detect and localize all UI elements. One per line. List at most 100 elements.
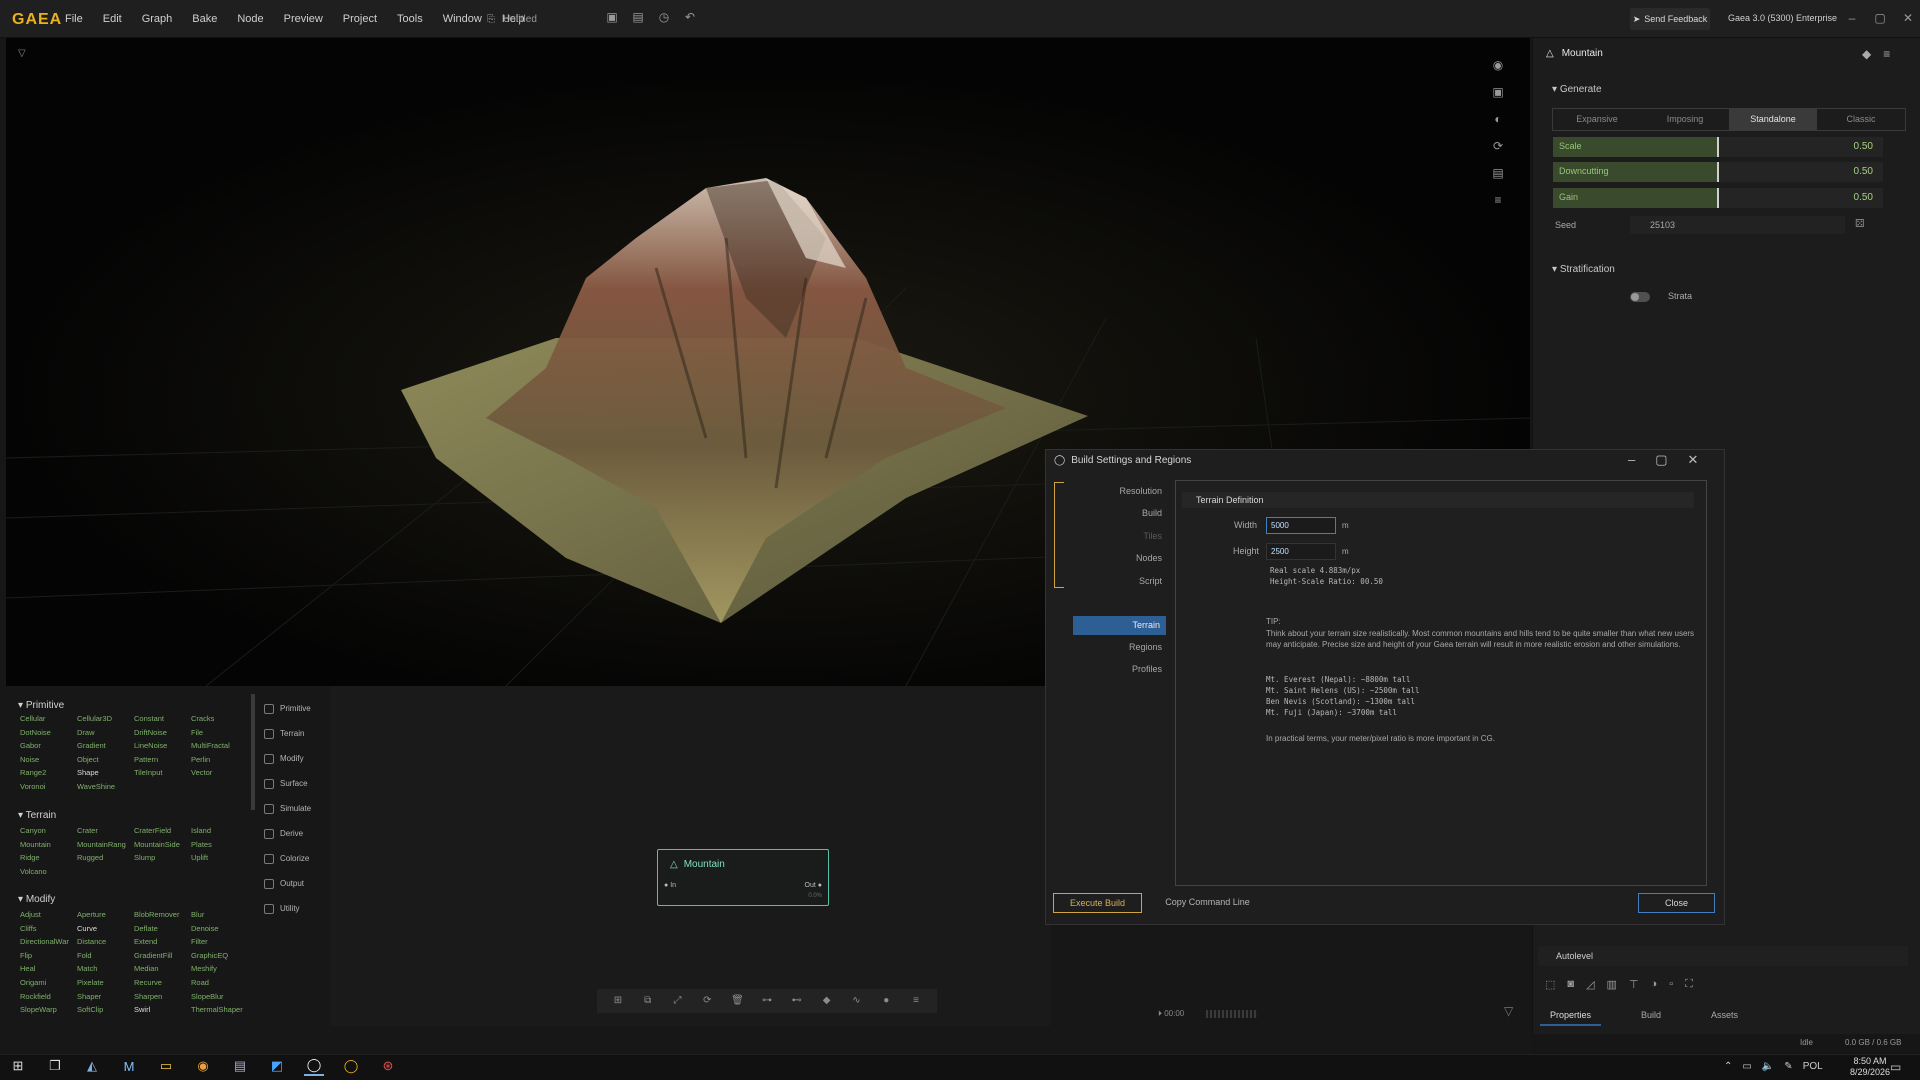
- node-item-fold[interactable]: Fold: [77, 951, 134, 960]
- category-button-colorize[interactable]: Colorize: [264, 846, 328, 871]
- minimize-icon[interactable]: –: [1845, 11, 1859, 25]
- network-icon[interactable]: ▭: [1742, 1061, 1751, 1072]
- nav-profiles[interactable]: Profiles: [1070, 664, 1162, 674]
- node-item-directionalwar[interactable]: DirectionalWar: [20, 937, 77, 946]
- node-item-distance[interactable]: Distance: [77, 937, 134, 946]
- strata-toggle[interactable]: [1630, 292, 1650, 302]
- node-item-tileinput[interactable]: TileInput: [134, 768, 191, 777]
- node-item-meshify[interactable]: Meshify: [191, 964, 251, 973]
- stratification-section[interactable]: ▾ Stratification: [1552, 264, 1615, 275]
- node-item-shape[interactable]: Shape: [77, 768, 134, 777]
- node-item-waveshine[interactable]: WaveShine: [77, 782, 134, 791]
- camera-icon[interactable]: ◉: [1491, 58, 1505, 72]
- category-primitive[interactable]: ▾ Primitive: [18, 700, 64, 711]
- nav-terrain[interactable]: Terrain: [1073, 616, 1166, 635]
- send-feedback-button[interactable]: ➤ Send Feedback: [1630, 8, 1710, 30]
- curve-icon[interactable]: ∿: [850, 995, 862, 1007]
- node-item-filter[interactable]: Filter: [191, 937, 251, 946]
- menu-preview[interactable]: Preview: [284, 13, 323, 25]
- save-icon[interactable]: ▣: [605, 10, 619, 24]
- node-item-vector[interactable]: Vector: [191, 768, 251, 777]
- node-item-cellular3d[interactable]: Cellular3D: [77, 714, 134, 723]
- category-button-primitive[interactable]: Primitive: [264, 696, 328, 721]
- document-tab[interactable]: ⎘ Untitled: [487, 10, 597, 28]
- menu-window[interactable]: Window: [443, 13, 482, 25]
- width-input[interactable]: 5000: [1266, 517, 1336, 534]
- volume-icon[interactable]: 🔈: [1762, 1061, 1774, 1072]
- node-item-flip[interactable]: Flip: [20, 951, 77, 960]
- node-item-pattern[interactable]: Pattern: [134, 755, 191, 764]
- downcutting-slider[interactable]: Downcutting 0.50: [1553, 162, 1883, 182]
- seed-input[interactable]: 25103: [1630, 216, 1845, 234]
- nav-nodes[interactable]: Nodes: [1070, 553, 1162, 563]
- output-port[interactable]: Out ●: [805, 882, 822, 889]
- node-item-swirl[interactable]: Swirl: [134, 1005, 191, 1014]
- category-button-output[interactable]: Output: [264, 871, 328, 896]
- node-item-graphiceq[interactable]: GraphicEQ: [191, 951, 251, 960]
- notifications-icon[interactable]: ▭: [1890, 1060, 1901, 1074]
- nav-tiles[interactable]: Tiles: [1070, 531, 1162, 541]
- library-scrollbar[interactable]: [251, 694, 255, 810]
- lighting-icon[interactable]: ◐: [1491, 112, 1505, 126]
- history-icon[interactable]: ◷: [657, 10, 671, 24]
- delete-icon[interactable]: 🗑: [731, 995, 744, 1007]
- node-item-rockfield[interactable]: Rockfield: [20, 992, 77, 1001]
- gaea-build-app-icon[interactable]: ◯: [341, 1056, 361, 1076]
- grid-icon[interactable]: ⊞: [612, 995, 624, 1007]
- graph-menu-icon[interactable]: ≡: [910, 995, 922, 1007]
- mode-standalone[interactable]: Standalone: [1729, 109, 1817, 130]
- file-explorer-icon[interactable]: ▭: [156, 1056, 176, 1076]
- mountain-node[interactable]: △ Mountain ● In Out ● 0.0%: [657, 849, 829, 906]
- node-item-median[interactable]: Median: [134, 964, 191, 973]
- node-item-rugged[interactable]: Rugged: [77, 853, 134, 862]
- language-indicator[interactable]: POL: [1803, 1061, 1823, 1072]
- node-item-plates[interactable]: Plates: [191, 840, 251, 849]
- slider-handle[interactable]: [1717, 137, 1719, 157]
- category-button-terrain[interactable]: Terrain: [264, 721, 328, 746]
- node-item-crater[interactable]: Crater: [77, 826, 134, 835]
- chrome-icon[interactable]: ◉: [193, 1056, 213, 1076]
- node-item-slopeblur[interactable]: SlopeBlur: [191, 992, 251, 1001]
- node-item-canyon[interactable]: Canyon: [20, 826, 77, 835]
- height-input[interactable]: 2500: [1266, 543, 1336, 560]
- node-item-mountain[interactable]: Mountain: [20, 840, 77, 849]
- generate-section[interactable]: ▾ Generate: [1552, 84, 1602, 95]
- dialog-minimize-icon[interactable]: –: [1628, 452, 1635, 468]
- node-item-origami[interactable]: Origami: [20, 978, 77, 987]
- mode-imposing[interactable]: Imposing: [1641, 109, 1729, 130]
- mode-expansive[interactable]: Expansive: [1553, 109, 1641, 130]
- copy-command-line-button[interactable]: Copy Command Line: [1150, 893, 1265, 913]
- menu-file[interactable]: File: [65, 13, 83, 25]
- node-item-denoise[interactable]: Denoise: [191, 924, 251, 933]
- viewport-menu-icon[interactable]: ▽: [18, 48, 26, 59]
- category-button-surface[interactable]: Surface: [264, 771, 328, 796]
- slider-handle[interactable]: [1717, 162, 1719, 182]
- node-item-range2[interactable]: Range2: [20, 768, 77, 777]
- menu-project[interactable]: Project: [343, 13, 377, 25]
- close-button[interactable]: Close: [1638, 893, 1715, 913]
- mail-app-icon[interactable]: M: [119, 1056, 139, 1076]
- columns-icon[interactable]: ▥: [1607, 978, 1617, 991]
- render-mode-icon[interactable]: ▤: [1491, 166, 1505, 180]
- notepad-icon[interactable]: ▤: [230, 1056, 250, 1076]
- node-item-pixelate[interactable]: Pixelate: [77, 978, 134, 987]
- link-icon[interactable]: ⊶: [761, 995, 773, 1007]
- nav-regions[interactable]: Regions: [1070, 642, 1162, 652]
- contrast-icon[interactable]: ◑: [1651, 978, 1658, 991]
- category-button-simulate[interactable]: Simulate: [264, 796, 328, 821]
- node-item-extend[interactable]: Extend: [134, 937, 191, 946]
- category-terrain[interactable]: ▾ Terrain: [18, 810, 56, 821]
- node-item-object[interactable]: Object: [77, 755, 134, 764]
- node-item-road[interactable]: Road: [191, 978, 251, 987]
- autolevel-row[interactable]: Autolevel: [1538, 946, 1908, 966]
- duplicate-icon[interactable]: ⧉: [642, 995, 654, 1007]
- node-item-gradientfill[interactable]: GradientFill: [134, 951, 191, 960]
- start-icon[interactable]: ⊞: [8, 1056, 28, 1076]
- slope-icon[interactable]: ◿: [1586, 978, 1594, 991]
- node-item-deflate[interactable]: Deflate: [134, 924, 191, 933]
- node-item-blobremover[interactable]: BlobRemover: [134, 910, 191, 919]
- node-item-gabor[interactable]: Gabor: [20, 741, 77, 750]
- node-item-shaper[interactable]: Shaper: [77, 992, 134, 1001]
- node-item-uplift[interactable]: Uplift: [191, 853, 251, 862]
- node-item-mountainrang[interactable]: MountainRang: [77, 840, 134, 849]
